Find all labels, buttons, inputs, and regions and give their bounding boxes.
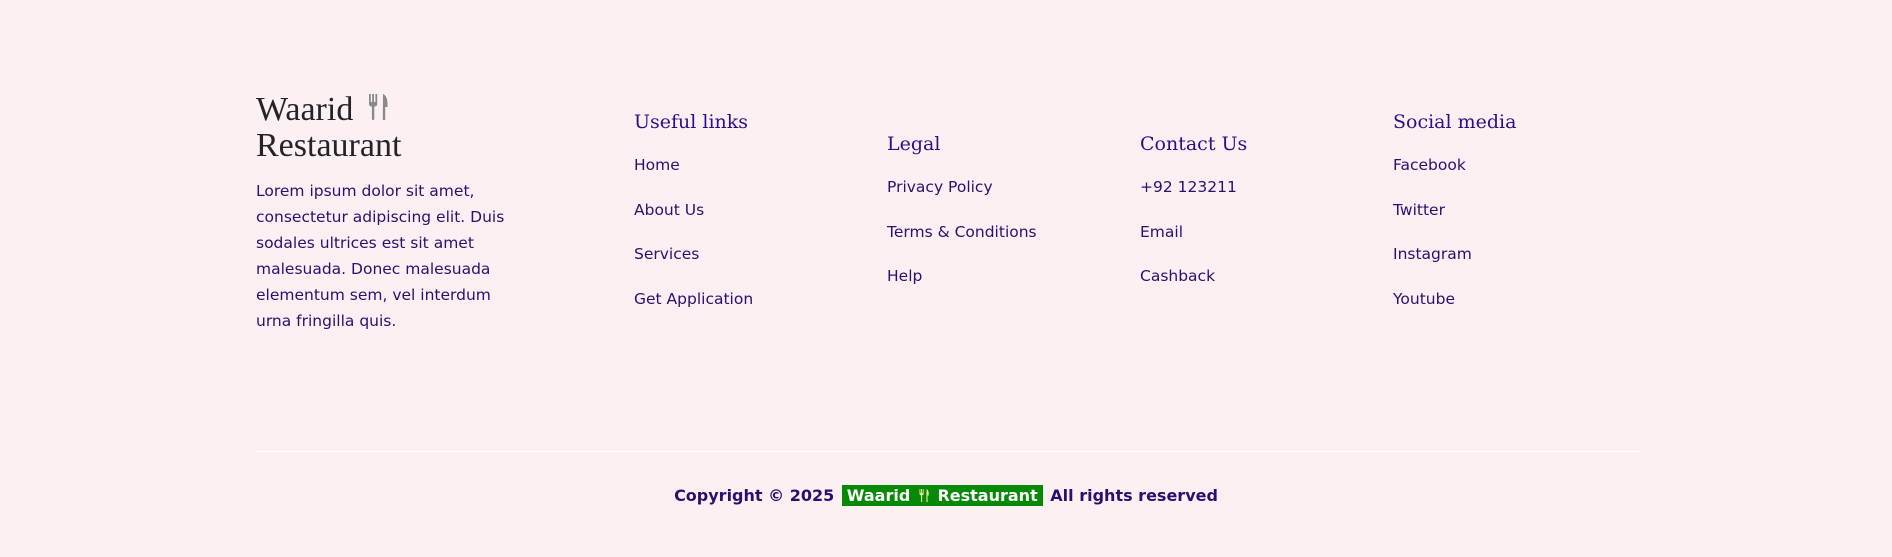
footer-link-services[interactable]: Services — [634, 244, 753, 289]
social-media-list: Facebook Twitter Instagram Youtube — [1393, 155, 1516, 334]
copyright-brand-word1: Waarid — [846, 486, 911, 505]
footer-link-home[interactable]: Home — [634, 155, 753, 200]
legal-column: Legal Privacy Policy Terms & Conditions … — [887, 133, 1037, 311]
copyright-brand-badge: Waarid Restaurant — [841, 485, 1043, 506]
social-media-column: Social media Facebook Twitter Instagram … — [1393, 111, 1516, 334]
footer-link-terms[interactable]: Terms & Conditions — [887, 222, 1037, 267]
fork-knife-icon — [368, 94, 388, 120]
copyright-suffix: All rights reserved — [1050, 486, 1218, 505]
footer-link-twitter[interactable]: Twitter — [1393, 200, 1516, 245]
footer-link-phone[interactable]: +92 123211 — [1140, 177, 1247, 222]
footer-link-youtube[interactable]: Youtube — [1393, 289, 1516, 334]
footer-divider — [256, 451, 1641, 452]
contact-column: Contact Us +92 123211 Email Cashback — [1140, 133, 1247, 311]
copyright-prefix: Copyright © 2025 — [674, 486, 835, 505]
footer-link-privacy-policy[interactable]: Privacy Policy — [887, 177, 1037, 222]
social-media-heading: Social media — [1393, 111, 1517, 133]
brand-name-line2: Restaurant — [256, 127, 402, 164]
useful-links-list: Home About Us Services Get Application — [634, 155, 753, 334]
fork-knife-icon — [919, 489, 929, 502]
footer-link-about-us[interactable]: About Us — [634, 200, 753, 245]
footer-brand: Waarid Restaurant Lorem ipsum dolor sit … — [256, 92, 516, 334]
useful-links-column: Useful links Home About Us Services Get … — [634, 111, 753, 334]
site-footer: Waarid Restaurant Lorem ipsum dolor sit … — [0, 0, 1892, 557]
brand-title: Waarid Restaurant — [256, 92, 516, 164]
contact-heading: Contact Us — [1140, 133, 1248, 155]
footer-link-get-application[interactable]: Get Application — [634, 289, 753, 334]
useful-links-heading: Useful links — [634, 111, 749, 133]
legal-list: Privacy Policy Terms & Conditions Help — [887, 177, 1037, 311]
footer-link-cashback[interactable]: Cashback — [1140, 266, 1247, 311]
brand-description: Lorem ipsum dolor sit amet, consectetur … — [256, 182, 505, 330]
copyright-brand-word2: Restaurant — [937, 486, 1038, 505]
contact-list: +92 123211 Email Cashback — [1140, 177, 1247, 311]
copyright-line: Copyright © 2025 Waarid Restaurant All r… — [0, 485, 1892, 506]
footer-link-facebook[interactable]: Facebook — [1393, 155, 1516, 200]
footer-link-help[interactable]: Help — [887, 266, 1037, 311]
footer-link-email[interactable]: Email — [1140, 222, 1247, 267]
footer-link-instagram[interactable]: Instagram — [1393, 244, 1516, 289]
brand-name-line1: Waarid — [256, 91, 354, 128]
legal-heading: Legal — [887, 133, 941, 155]
